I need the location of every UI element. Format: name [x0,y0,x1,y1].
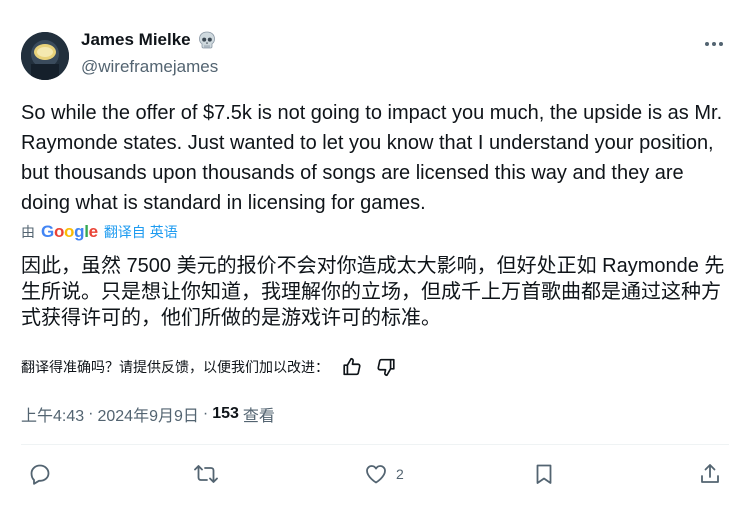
action-bar: 2 [0,460,750,492]
author-name-row: James Mielke [81,30,217,50]
views-label: 查看 [242,408,275,425]
meta-separator: · [88,405,94,422]
reply-icon [30,464,50,485]
author-name[interactable]: James Mielke [81,30,191,50]
thumbs-down-icon[interactable] [375,356,397,378]
translated-text: 因此，虽然 7500 美元的报价不会对你造成太大影响，但好处正如 Raymond… [21,255,725,329]
retweet-icon [194,465,218,483]
thumbs-up-icon[interactable] [341,356,363,378]
bookmark-icon [536,464,552,484]
share-button[interactable] [698,462,722,486]
views-count: 153 [212,405,239,422]
like-button[interactable]: 2 [364,462,404,486]
retweet-button[interactable] [194,462,226,486]
heart-icon [366,465,386,484]
google-logo: Google [41,222,98,241]
translation-feedback: 翻译得准确吗？请提供反馈，以便我们加以改进： [21,356,397,378]
feedback-prompt: 翻译得准确吗？请提供反馈，以便我们加以改进： [21,359,329,375]
share-icon [701,464,719,483]
more-options-icon[interactable] [702,34,726,54]
translation-attribution: 由 Google 翻译自 英语 [21,222,178,242]
translated-from-link[interactable]: 翻译自 英语 [104,222,178,242]
tweet-time[interactable]: 上午4:43 [21,402,84,426]
translated-by-label: 由 [21,224,35,240]
avatar-image [21,32,69,80]
reply-button[interactable] [28,462,60,486]
skull-icon [198,31,215,49]
meta-separator: · [202,405,209,422]
tweet-date[interactable]: 2024年9月9日 [97,402,198,426]
avatar[interactable] [21,32,69,80]
like-count: 2 [396,466,404,482]
author-handle[interactable]: @wireframejames [81,57,218,77]
tweet-meta: 上午4:43 · 2024年9月9日 · 153 查看 [21,402,275,426]
divider [21,444,729,445]
tweet-text: So while the offer of $7.5k is not going… [21,102,723,214]
bookmark-button[interactable] [532,462,556,486]
